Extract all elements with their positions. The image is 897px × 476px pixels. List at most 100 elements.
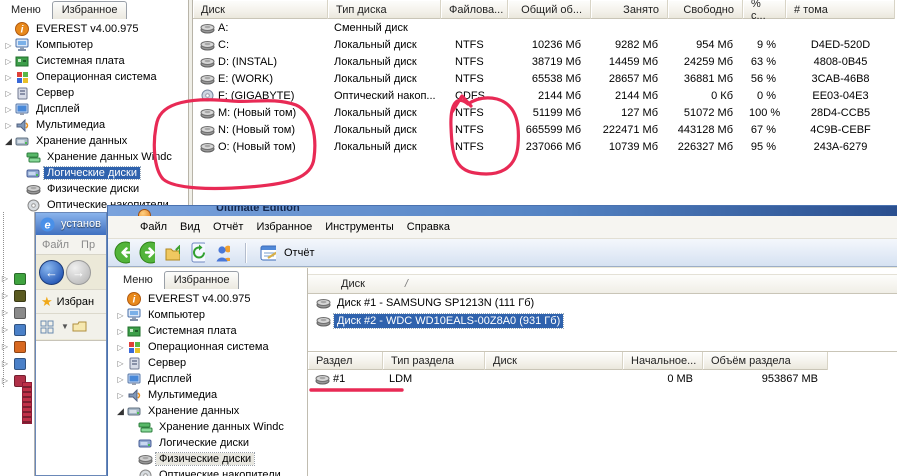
ie-back-button[interactable]: ←	[39, 260, 64, 285]
sidebar-item[interactable]: ▷Сервер	[0, 85, 189, 101]
ie-menu-item[interactable]: Файл	[42, 239, 69, 251]
back-tab-favorites[interactable]: Избранное	[52, 1, 128, 19]
dropdown-arrow-icon[interactable]: ▼	[61, 322, 69, 331]
disk-list-row[interactable]: Диск #1 - SAMSUNG SP1213N (111 Гб)	[308, 294, 897, 312]
column-header[interactable]: Тип диска	[328, 0, 441, 19]
table-row[interactable]: E: (WORK)Локальный дискNTFS65538 Мб28657…	[193, 70, 897, 87]
sidebar-item[interactable]: ▷Операционная система	[0, 69, 189, 85]
menu-item-избранное[interactable]: Избранное	[256, 221, 312, 233]
column-header[interactable]: Свободно	[668, 0, 743, 19]
sidebar-item[interactable]: Хранение данных Windc	[112, 419, 307, 435]
tree-fragment-row: ▷	[0, 321, 34, 338]
sidebar-item[interactable]: ▷Дисплей	[0, 101, 189, 117]
sidebar-item[interactable]: Физические диски	[0, 181, 189, 197]
disk-list-header[interactable]: Диск /	[308, 274, 897, 294]
expander-closed-icon[interactable]: ▷	[0, 274, 10, 283]
back-tab-menu[interactable]: Меню	[2, 2, 50, 19]
expander-closed-icon[interactable]: ▷	[115, 311, 126, 320]
column-header[interactable]: Общий об...	[508, 0, 591, 19]
ie-menu-item[interactable]: Пр	[81, 239, 95, 251]
expander-closed-icon[interactable]: ▷	[3, 73, 14, 82]
expander-closed-icon[interactable]: ▷	[115, 343, 126, 352]
front-title-bar[interactable]: Ultimate Edition	[108, 206, 897, 216]
sidebar-item[interactable]: ▷Компьютер	[0, 37, 189, 53]
sidebar-item[interactable]: ▷Системная плата	[112, 323, 307, 339]
menu-item-отчёт[interactable]: Отчёт	[213, 221, 243, 233]
expander-closed-icon[interactable]: ▷	[0, 325, 10, 334]
table-row[interactable]: C:Локальный дискNTFS10236 Мб9282 Мб954 М…	[193, 36, 897, 53]
column-header[interactable]: % с...	[743, 0, 786, 19]
sidebar-item[interactable]: ▷Операционная система	[112, 339, 307, 355]
expander-closed-icon[interactable]: ▷	[3, 57, 14, 66]
sidebar-item[interactable]: ▷Мультимедиа	[0, 117, 189, 133]
forward-icon	[139, 246, 155, 260]
expander-closed-icon[interactable]: ▷	[3, 89, 14, 98]
cell: Локальный диск	[328, 124, 441, 136]
sidebar-item[interactable]: iEVEREST v4.00.975	[0, 21, 189, 37]
quick-tabs-icon[interactable]	[39, 320, 55, 334]
report-button[interactable]: Отчёт	[254, 244, 320, 262]
sidebar-item[interactable]: Логические диски	[0, 165, 189, 181]
front-tab-menu[interactable]: Меню	[114, 272, 162, 289]
partition-row[interactable]: #1LDM0 MB953867 MB	[308, 370, 897, 388]
table-row[interactable]: M: (Новый том)Локальный дискNTFS51199 Мб…	[193, 104, 897, 121]
table-row[interactable]: A:Сменный диск	[193, 19, 897, 36]
expander-closed-icon[interactable]: ▷	[115, 375, 126, 384]
sidebar-item[interactable]: Логические диски	[112, 435, 307, 451]
sidebar-item[interactable]: iEVEREST v4.00.975	[112, 291, 307, 307]
column-header[interactable]: Диск	[485, 352, 623, 370]
sidebar-item[interactable]: ▷Системная плата	[0, 53, 189, 69]
sidebar-item[interactable]: ▷Компьютер	[112, 307, 307, 323]
expander-open-icon[interactable]: ◢	[115, 406, 126, 417]
expander-closed-icon[interactable]: ▷	[3, 105, 14, 114]
refresh-button[interactable]	[189, 246, 208, 260]
ie-forward-button[interactable]: →	[66, 260, 91, 285]
menu-item-справка[interactable]: Справка	[407, 221, 450, 233]
front-tab-favorites[interactable]: Избранное	[164, 271, 240, 289]
forward-button[interactable]	[139, 246, 158, 260]
column-header[interactable]: # тома	[786, 0, 895, 19]
column-header[interactable]: Тип раздела	[383, 352, 485, 370]
sidebar-item[interactable]: Оптические накопители	[112, 467, 307, 476]
table-row[interactable]: N: (Новый том)Локальный дискNTFS665599 М…	[193, 121, 897, 138]
table-row[interactable]: O: (Новый том)Локальный дискNTFS237066 М…	[193, 138, 897, 155]
expander-closed-icon[interactable]: ▷	[0, 308, 10, 317]
ie-title-bar[interactable]: e установ	[36, 213, 106, 235]
menu-item-вид[interactable]: Вид	[180, 221, 200, 233]
column-header[interactable]: Начальное...	[623, 352, 703, 370]
users-button[interactable]	[214, 246, 233, 260]
column-header[interactable]: Файлова...	[441, 0, 508, 19]
disk-list-row[interactable]: Диск #2 - WDC WD10EALS-00Z8A0 (931 Гб)	[308, 312, 897, 330]
cell: 226327 Мб	[668, 141, 743, 153]
back-button[interactable]	[114, 246, 133, 260]
column-header[interactable]: Объём раздела	[703, 352, 828, 370]
expander-closed-icon[interactable]: ▷	[0, 376, 10, 385]
sidebar-item[interactable]: Физические диски	[112, 451, 307, 467]
sidebar-item[interactable]: ◢Хранение данных	[112, 403, 307, 419]
sidebar-item[interactable]: Хранение данных Windc	[0, 149, 189, 165]
menu-item-файл[interactable]: Файл	[140, 221, 167, 233]
expander-closed-icon[interactable]: ▷	[3, 121, 14, 130]
column-header[interactable]: Занято	[591, 0, 668, 19]
ie-favorites-bar[interactable]: ★ Избран	[36, 289, 106, 313]
expander-closed-icon[interactable]: ▷	[115, 327, 126, 336]
folder-up-button[interactable]	[164, 246, 183, 260]
sidebar-item[interactable]: ▷Сервер	[112, 355, 307, 371]
sidebar-item[interactable]: ▷Дисплей	[112, 371, 307, 387]
expander-open-icon[interactable]: ◢	[3, 136, 14, 147]
sidebar-item[interactable]: ◢Хранение данных	[0, 133, 189, 149]
expander-closed-icon[interactable]: ▷	[0, 342, 10, 351]
expander-closed-icon[interactable]: ▷	[0, 291, 10, 300]
table-row[interactable]: F: (GIGABYTE)Оптический накоп...CDFS2144…	[193, 87, 897, 104]
expander-closed-icon[interactable]: ▷	[115, 359, 126, 368]
column-header[interactable]: Диск	[193, 0, 328, 19]
column-header[interactable]: Раздел	[308, 352, 383, 370]
expander-closed-icon[interactable]: ▷	[3, 41, 14, 50]
expander-closed-icon[interactable]: ▷	[115, 391, 126, 400]
menu-item-инструменты[interactable]: Инструменты	[325, 221, 394, 233]
sidebar-item[interactable]: ▷Мультимедиа	[112, 387, 307, 403]
expander-closed-icon[interactable]: ▷	[0, 359, 10, 368]
tab-icon[interactable]	[72, 320, 88, 334]
sidebar-item-label: Оптические накопители	[156, 469, 284, 476]
table-row[interactable]: D: (INSTAL)Локальный дискNTFS38719 Мб144…	[193, 53, 897, 70]
